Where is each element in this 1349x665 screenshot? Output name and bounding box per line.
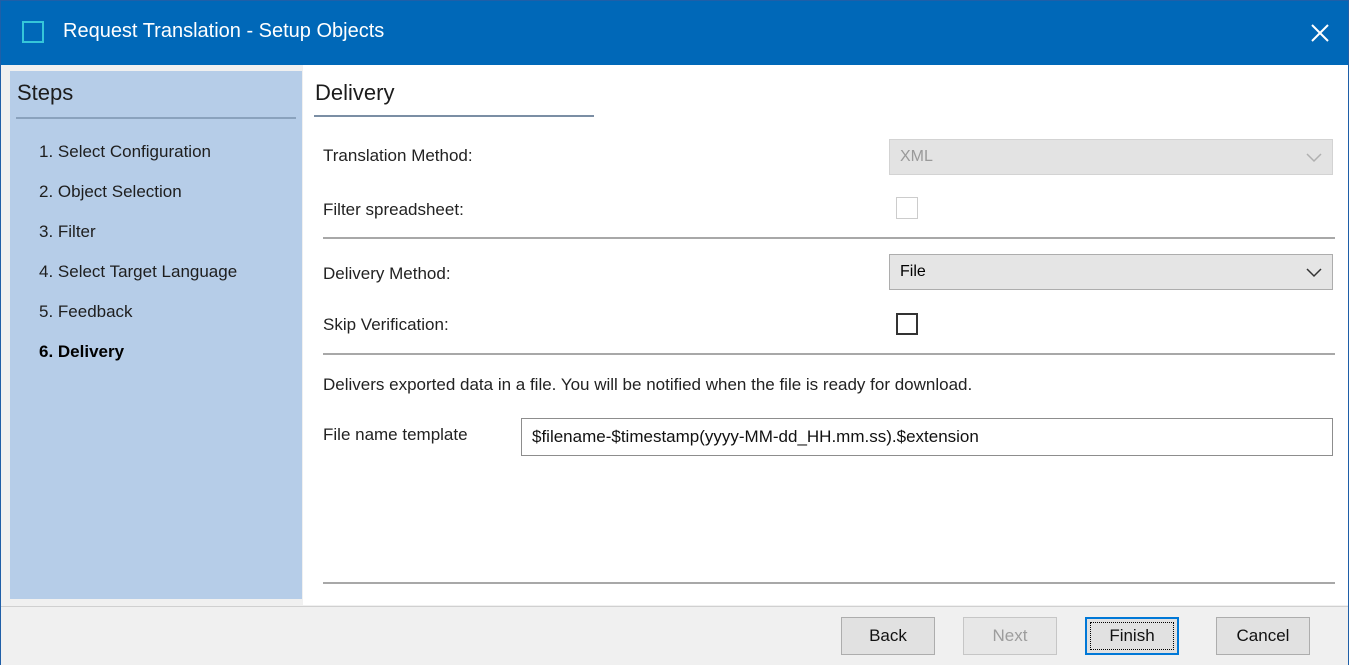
close-icon [1311,24,1329,42]
filter-spreadsheet-checkbox[interactable] [896,197,918,219]
divider [323,237,1335,239]
button-bar: Back Next Finish Cancel [1,606,1348,665]
chevron-down-icon [1306,268,1322,278]
file-name-template-input[interactable] [521,418,1333,456]
delivery-panel: Delivery Translation Method: XML Filter … [303,65,1348,605]
translation-method-select[interactable]: XML [889,139,1333,175]
app-icon [22,21,44,43]
skip-verification-checkbox[interactable] [896,313,918,335]
step-item-select-configuration: 1. Select Configuration [39,142,211,161]
finish-button[interactable]: Finish [1085,617,1179,655]
delivery-info-text: Delivers exported data in a file. You wi… [323,375,973,394]
back-button[interactable]: Back [841,617,935,655]
divider [323,582,1335,584]
next-button[interactable]: Next [963,617,1057,655]
step-item-object-selection: 2. Object Selection [39,182,182,201]
step-item-feedback: 5. Feedback [39,302,133,321]
dialog-window: Request Translation - Setup Objects Step… [0,0,1349,665]
steps-heading: Steps [17,80,74,105]
divider [323,353,1335,355]
steps-divider [16,117,296,119]
delivery-method-value: File [900,263,926,280]
steps-list: 1. Select Configuration 2. Object Select… [39,141,237,381]
window-title: Request Translation - Setup Objects [63,20,385,42]
close-button[interactable] [1292,1,1348,65]
translation-method-label: Translation Method: [323,146,473,165]
cancel-button[interactable]: Cancel [1216,617,1310,655]
section-title-underline [314,115,594,117]
skip-verification-label: Skip Verification: [323,315,449,334]
delivery-method-label: Delivery Method: [323,264,451,283]
steps-panel: Steps 1. Select Configuration 2. Object … [10,71,302,599]
delivery-method-select[interactable]: File [889,254,1333,290]
filter-spreadsheet-label: Filter spreadsheet: [323,200,464,219]
step-item-filter: 3. Filter [39,222,96,241]
title-bar[interactable]: Request Translation - Setup Objects [1,1,1348,65]
chevron-down-icon [1306,153,1322,163]
focus-ring [1090,622,1174,650]
step-item-delivery: 6. Delivery [39,342,125,361]
file-name-template-label: File name template [323,425,468,444]
step-item-select-target-language: 4. Select Target Language [39,262,238,281]
section-title: Delivery [315,80,395,105]
translation-method-value: XML [900,148,933,165]
